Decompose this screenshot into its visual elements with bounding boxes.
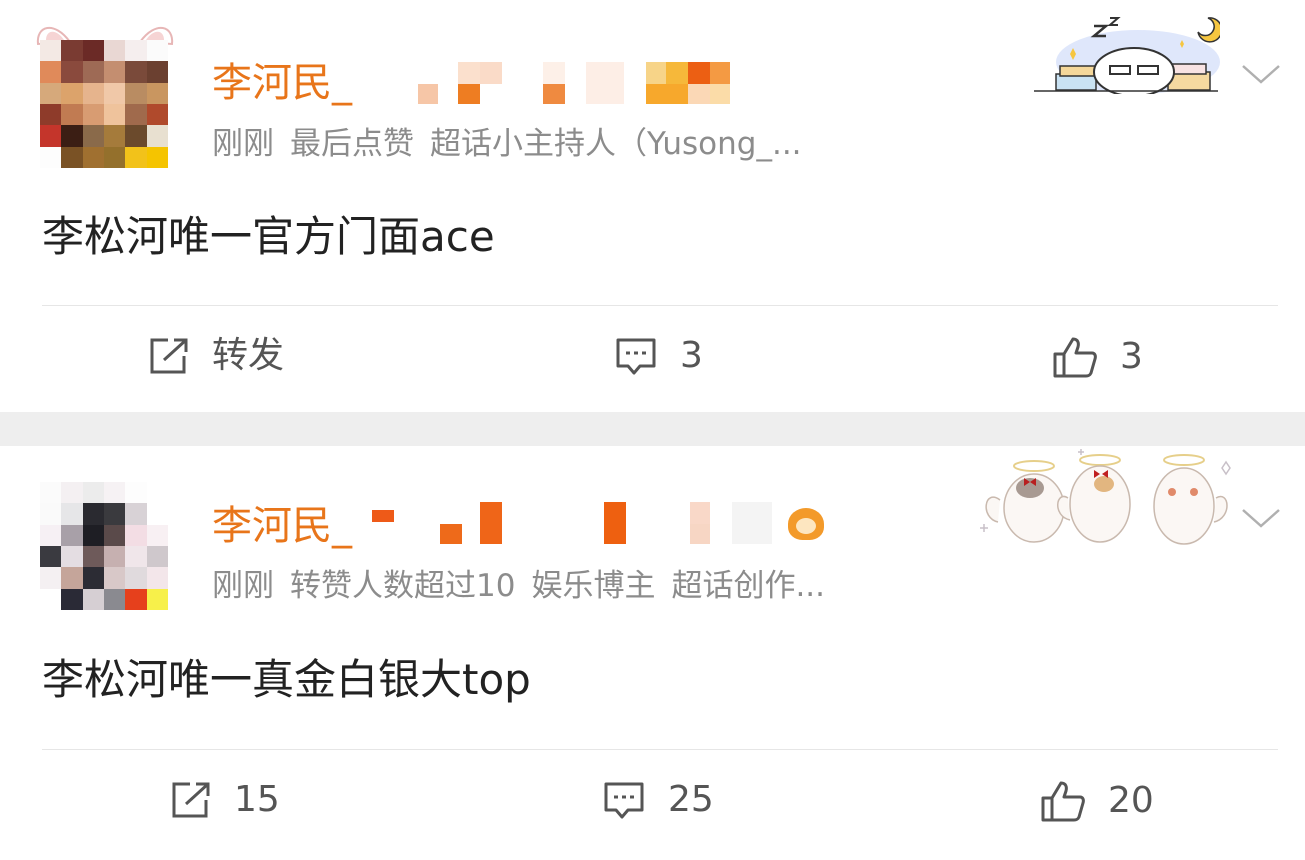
divider [42,749,1278,750]
comment-count: 25 [668,779,714,820]
blurred-name-suffix [418,62,738,106]
repost-count: 15 [234,779,280,820]
avatar[interactable] [40,482,168,610]
chevron-down-icon[interactable] [1240,506,1282,530]
like-icon [1041,781,1085,822]
share-icon [172,782,210,818]
blurred-name-suffix [372,502,832,546]
post-card: 李河民_ 刚刚 转赞人数超过10 娱乐博主 超话创作... 李松河唯一真金白银大… [0,446,1305,860]
like-count: 3 [1120,336,1143,377]
repost-button[interactable]: 转发 [148,336,284,376]
chevron-down-icon[interactable] [1240,62,1282,86]
post-time: 刚刚 [212,568,274,604]
post-content: 李松河唯一真金白银大top [42,655,531,704]
like-button[interactable]: 3 [1052,336,1143,378]
badge: 最后点赞 [290,126,414,162]
comment-button[interactable]: 25 [602,780,714,820]
post-meta: 刚刚 转赞人数超过10 娱乐博主 超话创作... [212,571,841,602]
badge: 转赞人数超过10 [290,568,516,604]
comment-count: 3 [680,335,703,376]
sticker [1034,17,1220,94]
post-meta: 刚刚 最后点赞 超话小主持人（Yusong_... [212,129,818,160]
post-separator [0,412,1305,446]
sticker [980,449,1231,545]
badge: 超话小主持人（Yusong_... [430,126,802,162]
like-count: 20 [1108,780,1154,821]
username[interactable]: 李河民_ [212,506,352,546]
badge: 娱乐博主 [531,568,656,604]
comment-icon [616,338,656,375]
comment-button[interactable]: 3 [614,336,703,376]
post-time: 刚刚 [212,126,274,162]
share-icon [150,338,188,374]
post-card: 李河民_ 刚刚 最后点赞 超话小主持人（Yusong_... 李松河唯一官方门面… [0,0,1305,412]
avatar[interactable] [40,40,168,168]
post-content: 李松河唯一官方门面ace [42,212,495,261]
badge: 超话创作... [671,568,826,604]
divider [42,305,1278,306]
repost-label: 转发 [212,335,285,376]
like-icon [1053,337,1097,378]
like-button[interactable]: 20 [1040,780,1154,822]
username[interactable]: 李河民_ [212,63,352,103]
repost-button[interactable]: 15 [170,780,280,820]
comment-icon [604,782,644,819]
